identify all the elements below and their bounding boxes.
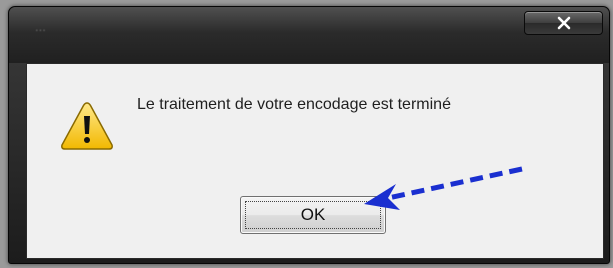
message-dialog: ... Le traitement de votre encodage est … [8,6,610,264]
message-text: Le traitement de votre encodage est term… [137,96,451,113]
ok-button-label: OK [300,205,326,224]
close-button[interactable] [524,11,603,35]
pointer-arrow-annotation [364,166,523,210]
arrow-shapes [364,166,523,210]
close-icon [557,16,570,30]
warning-icon [61,102,113,150]
dialog-title: ... [35,19,46,34]
title-bar[interactable]: ... [9,7,609,63]
